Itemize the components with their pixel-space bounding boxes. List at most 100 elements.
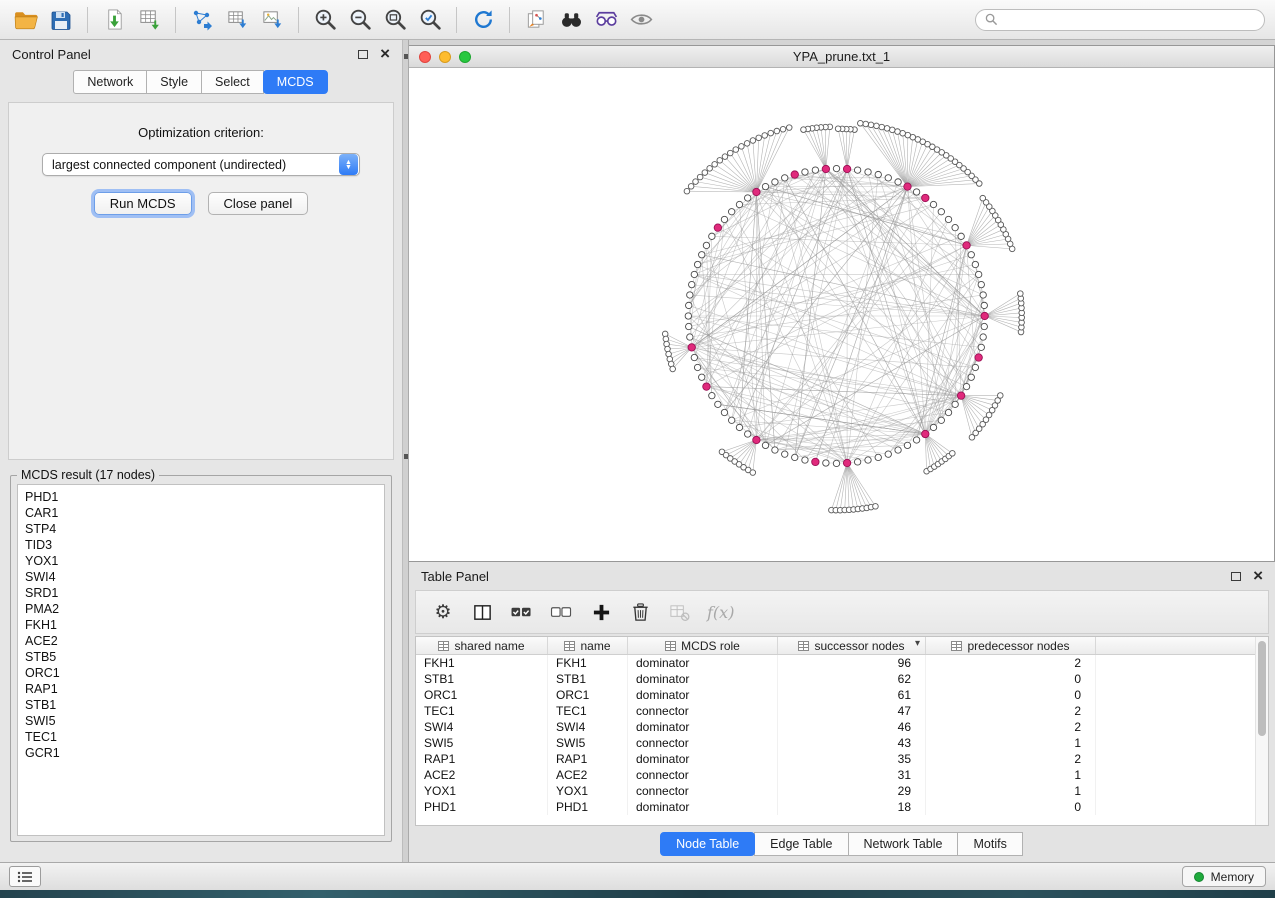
cell-predecessor_nodes[interactable]: 0 [926,799,1096,815]
find-button[interactable] [555,4,587,36]
mcds-result-item[interactable]: RAP1 [25,681,377,697]
column-header-predecessor_nodes[interactable]: predecessor nodes [926,637,1096,654]
float-panel-icon[interactable] [1231,572,1241,581]
mcds-result-item[interactable]: STB5 [25,649,377,665]
optimization-criterion-dropdown[interactable]: largest connected component (undirected)… [42,153,360,176]
cell-mcds_role[interactable]: connector [628,783,778,799]
cell-successor_nodes[interactable]: 18 [778,799,926,815]
close-window-icon[interactable] [419,51,431,63]
table-tab-motifs[interactable]: Motifs [957,832,1022,856]
cell-successor_nodes[interactable]: 35 [778,751,926,767]
cell-successor_nodes[interactable]: 47 [778,703,926,719]
mcds-result-item[interactable]: SRD1 [25,585,377,601]
cell-shared_name[interactable]: TEC1 [416,703,548,719]
close-panel-button[interactable]: Close panel [208,192,309,215]
table-scrollbar[interactable] [1255,637,1268,825]
cell-predecessor_nodes[interactable]: 2 [926,719,1096,735]
mcds-result-item[interactable]: CAR1 [25,505,377,521]
table-row[interactable]: SWI5SWI5connector431 [416,735,1268,751]
cell-successor_nodes[interactable]: 31 [778,767,926,783]
show-columns-button[interactable] [471,599,493,625]
cell-name[interactable]: TEC1 [548,703,628,719]
cell-shared_name[interactable]: RAP1 [416,751,548,767]
export-image-button[interactable] [256,4,288,36]
task-history-button[interactable] [9,866,41,887]
save-session-button[interactable] [45,4,77,36]
show-hide-graphics-button[interactable] [625,4,657,36]
close-panel-icon[interactable]: × [380,48,390,60]
cell-shared_name[interactable]: YOX1 [416,783,548,799]
delete-button[interactable] [629,599,651,625]
control-tab-select[interactable]: Select [201,70,264,94]
cell-predecessor_nodes[interactable]: 2 [926,655,1096,671]
minimize-window-icon[interactable] [439,51,451,63]
cell-predecessor_nodes[interactable]: 1 [926,783,1096,799]
mcds-result-item[interactable]: TID3 [25,537,377,553]
mcds-result-item[interactable]: SWI5 [25,713,377,729]
cell-predecessor_nodes[interactable]: 1 [926,735,1096,751]
table-row[interactable]: FKH1FKH1dominator962 [416,655,1268,671]
table-tab-network-table[interactable]: Network Table [848,832,959,856]
import-network-file-button[interactable] [98,4,130,36]
column-header-successor_nodes[interactable]: successor nodes▾ [778,637,926,654]
cell-successor_nodes[interactable]: 62 [778,671,926,687]
mcds-result-item[interactable]: PMA2 [25,601,377,617]
mcds-result-item[interactable]: ACE2 [25,633,377,649]
cell-name[interactable]: SWI5 [548,735,628,751]
cell-shared_name[interactable]: ORC1 [416,687,548,703]
cell-name[interactable]: YOX1 [548,783,628,799]
mcds-result-item[interactable]: FKH1 [25,617,377,633]
zoom-fit-button[interactable] [379,4,411,36]
cell-successor_nodes[interactable]: 46 [778,719,926,735]
mcds-result-item[interactable]: STB1 [25,697,377,713]
table-row[interactable]: TEC1TEC1connector472 [416,703,1268,719]
export-network-button[interactable] [186,4,218,36]
cell-name[interactable]: PHD1 [548,799,628,815]
add-button[interactable] [590,599,612,625]
table-row[interactable]: ACE2ACE2connector311 [416,767,1268,783]
cell-name[interactable]: STB1 [548,671,628,687]
table-row[interactable]: RAP1RAP1dominator352 [416,751,1268,767]
mcds-result-item[interactable]: ORC1 [25,665,377,681]
cell-shared_name[interactable]: FKH1 [416,655,548,671]
cell-mcds_role[interactable]: connector [628,767,778,783]
cell-shared_name[interactable]: STB1 [416,671,548,687]
table-row[interactable]: YOX1YOX1connector291 [416,783,1268,799]
splitter-handle[interactable] [404,454,408,459]
cell-successor_nodes[interactable]: 29 [778,783,926,799]
cell-successor_nodes[interactable]: 43 [778,735,926,751]
zoom-in-button[interactable] [309,4,341,36]
cell-name[interactable]: SWI4 [548,719,628,735]
mcds-result-item[interactable]: PHD1 [25,489,377,505]
cell-shared_name[interactable]: SWI4 [416,719,548,735]
cell-predecessor_nodes[interactable]: 0 [926,687,1096,703]
table-row[interactable]: PHD1PHD1dominator180 [416,799,1268,815]
cell-mcds_role[interactable]: dominator [628,655,778,671]
search-input[interactable] [1004,13,1255,27]
cell-mcds_role[interactable]: dominator [628,719,778,735]
cell-mcds_role[interactable]: dominator [628,751,778,767]
cell-mcds_role[interactable]: connector [628,735,778,751]
table-options-button[interactable]: ⚙ [432,599,454,625]
cell-name[interactable]: RAP1 [548,751,628,767]
open-session-button[interactable] [10,4,42,36]
cell-mcds_role[interactable]: dominator [628,687,778,703]
cell-mcds_role[interactable]: dominator [628,799,778,815]
close-panel-icon[interactable]: × [1253,570,1263,582]
cell-name[interactable]: ORC1 [548,687,628,703]
deselect-all-button[interactable] [550,599,573,625]
mcds-result-item[interactable]: GCR1 [25,745,377,761]
control-tab-style[interactable]: Style [146,70,202,94]
cell-predecessor_nodes[interactable]: 2 [926,703,1096,719]
mcds-result-item[interactable]: TEC1 [25,729,377,745]
refresh-button[interactable] [467,4,499,36]
import-table-file-button[interactable] [133,4,165,36]
scrollbar-thumb[interactable] [1258,641,1266,736]
splitter-handle[interactable] [404,54,408,59]
cell-mcds_role[interactable]: dominator [628,671,778,687]
control-tab-network[interactable]: Network [73,70,147,94]
panel-splitter[interactable] [402,40,409,862]
cell-predecessor_nodes[interactable]: 1 [926,767,1096,783]
table-row[interactable]: SWI4SWI4dominator462 [416,719,1268,735]
mcds-result-item[interactable]: YOX1 [25,553,377,569]
